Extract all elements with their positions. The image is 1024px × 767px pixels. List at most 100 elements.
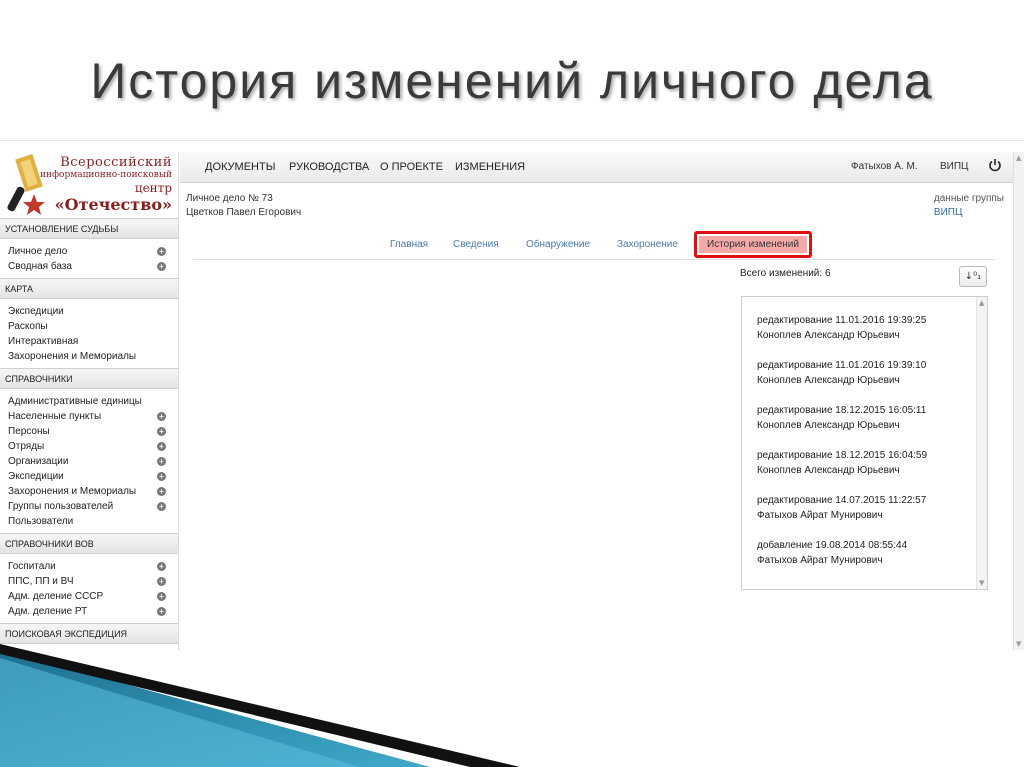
sort-icon: ↓⁰₁ — [964, 271, 982, 282]
current-user[interactable]: Фатыхов А. М. — [851, 161, 918, 172]
plus-circle-icon[interactable]: + — [157, 427, 166, 436]
history-entry-user: Коноплев Александр Юрьевич — [757, 420, 900, 431]
case-person-name: Цветков Павел Егорович — [186, 207, 302, 218]
plus-circle-icon[interactable]: + — [157, 442, 166, 451]
current-org[interactable]: ВИПЦ — [940, 161, 968, 172]
power-icon[interactable] — [988, 158, 1002, 172]
sidebar-section-header[interactable]: УСТАНОВЛЕНИЕ СУДЬБЫ — [0, 218, 178, 239]
logo-line-3: центр — [134, 181, 172, 195]
history-list-panel[interactable]: редактирование 11.01.2016 19:39:25 Конопл… — [741, 296, 988, 590]
plus-circle-icon[interactable]: + — [157, 502, 166, 511]
history-entry-user: Коноплев Александр Юрьевич — [757, 375, 900, 386]
plus-circle-icon[interactable]: + — [157, 562, 166, 571]
sidebar-item[interactable]: Пользователи — [0, 514, 178, 529]
app-screenshot: Всероссийский информационно-поисковый це… — [0, 152, 1024, 650]
slide-title: История изменений личного дела — [90, 53, 934, 109]
history-entry: редактирование 11.01.2016 19:39:25 Конопл… — [757, 313, 927, 358]
plus-circle-icon[interactable]: + — [157, 457, 166, 466]
sidebar-item[interactable]: Адм. деление РТ + — [0, 604, 178, 619]
tab-main[interactable]: Главная — [390, 239, 428, 250]
sidebar-item-label: Сводная база — [8, 261, 72, 272]
group-info: данные группы ВИПЦ — [934, 192, 1004, 220]
sidebar-item[interactable]: Захоронения и Мемориалы — [0, 349, 178, 364]
tab-discovery[interactable]: Обнаружение — [526, 239, 590, 250]
page-scroll-up-icon[interactable]: ▲ — [1016, 154, 1021, 162]
plus-circle-icon[interactable]: + — [157, 592, 166, 601]
plus-circle-icon[interactable]: + — [157, 577, 166, 586]
history-entry: редактирование 18.12.2015 16:04:59 Конопл… — [757, 448, 927, 493]
sidebar-sections: УСТАНОВЛЕНИЕ СУДЬБЫ Личное дело + Сводная б… — [0, 218, 178, 644]
history-entry-action: редактирование 18.12.2015 16:05:11 — [757, 405, 927, 416]
sidebar-item[interactable]: Сводная база + — [0, 259, 178, 274]
nav-documents[interactable]: ДОКУМЕНТЫ — [205, 161, 275, 173]
sidebar-item-label: Экспедиции — [8, 471, 64, 482]
sidebar-item[interactable]: Личное дело + — [0, 244, 178, 259]
sidebar-item[interactable]: Организации + — [0, 454, 178, 469]
history-entry-user: Фатыхов Айрат Мунирович — [757, 510, 883, 521]
sidebar-item-label: Госпитали — [8, 561, 56, 572]
sidebar-item-label: Персоны — [8, 426, 50, 437]
sidebar-section-header[interactable]: ПОИСКОВАЯ ЭКСПЕДИЦИЯ — [0, 623, 178, 644]
history-scrollbar[interactable]: ▲ ▼ — [976, 297, 987, 589]
total-changes: Всего изменений: 6 — [740, 268, 831, 279]
history-entry-user: Коноплев Александр Юрьевич — [757, 330, 900, 341]
sidebar-item[interactable]: Персоны + — [0, 424, 178, 439]
sidebar-item[interactable]: Захоронения и Мемориалы + — [0, 484, 178, 499]
plus-circle-icon[interactable]: + — [157, 472, 166, 481]
sidebar-item[interactable]: Экспедиции — [0, 304, 178, 319]
sidebar-section-header[interactable]: СПРАВОЧНИКИ ВОВ — [0, 533, 178, 554]
sidebar-section-items: Госпитали + ППС, ПП и ВЧ + Адм. деление СССР… — [0, 554, 178, 623]
sidebar-item-label: Адм. деление РТ — [8, 606, 88, 617]
sidebar-item-label: Отряды — [8, 441, 45, 452]
sidebar-item-label: Населенные пункты — [8, 411, 102, 422]
sidebar-item[interactable]: ППС, ПП и ВЧ + — [0, 574, 178, 589]
sidebar-item[interactable]: Адм. деление СССР + — [0, 589, 178, 604]
case-tabs: Главная Сведения Обнаружение Захоронение… — [193, 230, 995, 260]
sidebar-item[interactable]: Раскопы — [0, 319, 178, 334]
scroll-down-icon[interactable]: ▼ — [979, 579, 984, 587]
sidebar-item[interactable]: Интерактивная — [0, 334, 178, 349]
sidebar-section-header[interactable]: КАРТА — [0, 278, 178, 299]
sidebar-item[interactable]: Группы пользователей + — [0, 499, 178, 514]
plus-circle-icon[interactable]: + — [157, 247, 166, 256]
case-number: Личное дело № 73 — [186, 193, 273, 204]
logo-text: Всероссийский информационно-поисковый це… — [40, 156, 172, 214]
sidebar-item[interactable]: Экспедиции + — [0, 469, 178, 484]
nav-about[interactable]: О ПРОЕКТЕ — [380, 161, 443, 173]
scroll-up-icon[interactable]: ▲ — [979, 299, 984, 307]
sidebar-item-label: Экспедиции — [8, 306, 64, 317]
nav-guides[interactable]: РУКОВОДСТВА — [289, 161, 369, 173]
sidebar-item[interactable]: Населенные пункты + — [0, 409, 178, 424]
top-navigation: ДОКУМЕНТЫ РУКОВОДСТВА О ПРОЕКТЕ ИЗМЕНЕНИ… — [180, 152, 1024, 183]
group-label: данные группы — [933, 193, 1004, 204]
plus-circle-icon[interactable]: + — [157, 412, 166, 421]
sidebar-item-label: Захоронения и Мемориалы — [8, 351, 137, 362]
sidebar-item[interactable]: Отряды + — [0, 439, 178, 454]
page-scroll-down-icon[interactable]: ▼ — [1016, 640, 1021, 648]
sidebar-item-label: Интерактивная — [8, 336, 79, 347]
tab-history-highlight[interactable]: История изменений — [694, 231, 812, 258]
sidebar-section-items: Административные единицы Населенные пункт… — [0, 389, 178, 533]
sidebar: Всероссийский информационно-поисковый це… — [0, 152, 179, 650]
sidebar-item[interactable]: Госпитали + — [0, 559, 178, 574]
tab-history[interactable]: История изменений — [699, 236, 807, 253]
sidebar-section-header[interactable]: СПРАВОЧНИКИ — [0, 368, 178, 389]
sidebar-item[interactable]: Административные единицы — [0, 394, 178, 409]
history-entry: добавление 19.08.2014 08:55:44 Фатыхов Ай… — [757, 538, 927, 583]
logo[interactable]: Всероссийский информационно-поисковый це… — [0, 152, 178, 218]
sidebar-item-label: Группы пользователей — [8, 501, 114, 512]
page-scrollbar[interactable]: ▲ ▼ — [1013, 152, 1024, 650]
logo-line-1: Всероссийский — [60, 155, 172, 170]
sidebar-section-items: Личное дело + Сводная база + — [0, 239, 178, 278]
tab-burial[interactable]: Захоронение — [617, 239, 678, 250]
nav-changes[interactable]: ИЗМЕНЕНИЯ — [455, 161, 525, 173]
tab-details[interactable]: Сведения — [453, 239, 499, 250]
plus-circle-icon[interactable]: + — [157, 607, 166, 616]
sort-button[interactable]: ↓⁰₁ — [959, 266, 987, 287]
sidebar-item-label: Административные единицы — [8, 396, 142, 407]
group-value-link[interactable]: ВИПЦ — [934, 206, 1004, 220]
history-entry-user: Фатыхов Айрат Мунирович — [757, 555, 883, 566]
plus-circle-icon[interactable]: + — [157, 262, 166, 271]
plus-circle-icon[interactable]: + — [157, 487, 166, 496]
history-entry-action: редактирование 14.07.2015 11:22:57 — [757, 495, 927, 506]
